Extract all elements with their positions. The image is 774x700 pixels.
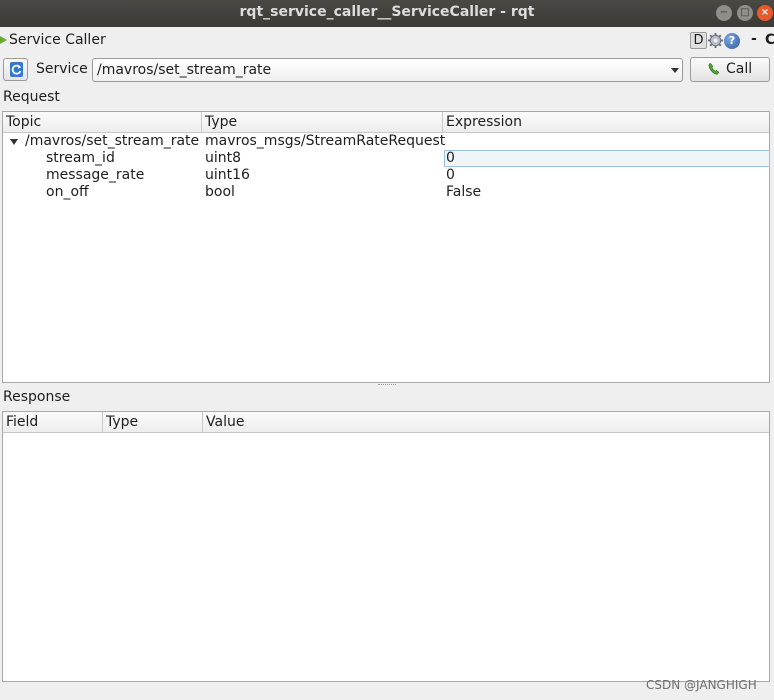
maximize-button[interactable]: □ [737, 5, 753, 21]
close-plugin-button[interactable]: C [765, 32, 774, 48]
header-expression[interactable]: Expression [443, 112, 769, 133]
header-response-type[interactable]: Type [103, 412, 203, 433]
field-expression-message-rate[interactable]: 0 [446, 167, 455, 184]
plugin-handle-icon [0, 36, 7, 44]
field-expression-stream-id[interactable]: 0 [446, 150, 455, 167]
response-section-label: Response [3, 389, 71, 405]
request-tree[interactable]: Topic Type Expression /mavros/set_stream… [2, 111, 770, 383]
header-field[interactable]: Field [3, 412, 103, 433]
field-type-message-rate: uint16 [205, 167, 250, 183]
refresh-button[interactable] [3, 58, 28, 81]
refresh-icon [10, 62, 23, 77]
gear-icon[interactable] [707, 32, 724, 49]
field-expression-on-off[interactable]: False [446, 184, 481, 201]
request-section-label: Request [3, 89, 60, 105]
expression-edit-field[interactable] [444, 150, 770, 167]
expand-arrow-icon[interactable] [10, 139, 18, 145]
minimize-button[interactable]: − [716, 5, 732, 21]
header-type[interactable]: Type [202, 112, 443, 133]
response-tree[interactable]: Field Type Value [2, 411, 770, 682]
field-topic-stream-id[interactable]: stream_id [46, 150, 115, 167]
field-topic-message-rate[interactable]: message_rate [46, 167, 144, 184]
service-select[interactable]: /mavros/set_stream_rate [92, 58, 683, 82]
field-type-on-off: bool [205, 184, 235, 200]
service-label: Service [36, 61, 88, 77]
call-button[interactable]: Call [690, 57, 770, 82]
help-icon[interactable]: ? [724, 33, 740, 49]
service-select-value: /mavros/set_stream_rate [97, 62, 272, 78]
field-topic-on-off[interactable]: on_off [46, 184, 89, 201]
header-value[interactable]: Value [203, 412, 769, 433]
root-type: mavros_msgs/StreamRateRequest [205, 133, 446, 149]
dock-d-button[interactable]: D [690, 32, 707, 49]
splitter-handle[interactable] [378, 384, 396, 387]
phone-icon [708, 63, 720, 75]
field-type-stream-id: uint8 [205, 150, 242, 166]
plugin-title: Service Caller [9, 32, 106, 48]
watermark: CSDN @JANGHIGH [646, 678, 757, 692]
close-window-button[interactable]: × [757, 5, 773, 21]
window-title: rqt_service_caller__ServiceCaller - rqt [239, 4, 535, 20]
chevron-down-icon [671, 68, 679, 73]
call-label: Call [726, 61, 753, 77]
root-topic[interactable]: /mavros/set_stream_rate [25, 133, 199, 150]
header-topic[interactable]: Topic [3, 112, 202, 133]
minimize-plugin-button[interactable]: - [751, 31, 757, 47]
